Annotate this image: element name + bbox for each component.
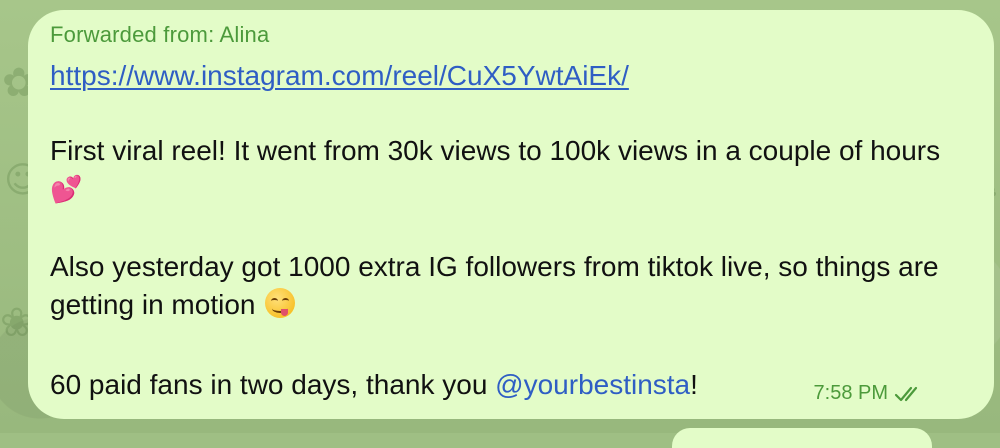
paragraph-text: First viral reel! It went from 30k views… <box>50 135 941 166</box>
message-time: 7:58 PM <box>813 382 888 404</box>
paragraph-text: ! <box>690 369 698 400</box>
instagram-link[interactable]: https://www.instagram.com/reel/CuX5YwtAi… <box>50 60 629 92</box>
two-hearts-emoji: 💕 <box>50 175 83 205</box>
face-savoring-food-emoji <box>265 288 296 318</box>
double-check-icon <box>894 386 918 401</box>
mention-link[interactable]: @yourbestinsta <box>495 369 690 400</box>
message-paragraph: First viral reel! It went from 30k views… <box>50 132 950 208</box>
message-bubble[interactable]: Forwarded from: Alina https://www.instag… <box>28 10 994 419</box>
next-message-bubble <box>672 428 932 448</box>
paragraph-text: 60 paid fans in two days, thank you <box>50 369 496 400</box>
message-meta: 7:58 PM <box>814 382 924 405</box>
forwarded-header[interactable]: Forwarded from: Alina <box>50 22 269 48</box>
paragraph-text: Also yesterday got 1000 extra IG followe… <box>50 251 939 320</box>
message-paragraph: Also yesterday got 1000 extra IG followe… <box>50 248 950 324</box>
